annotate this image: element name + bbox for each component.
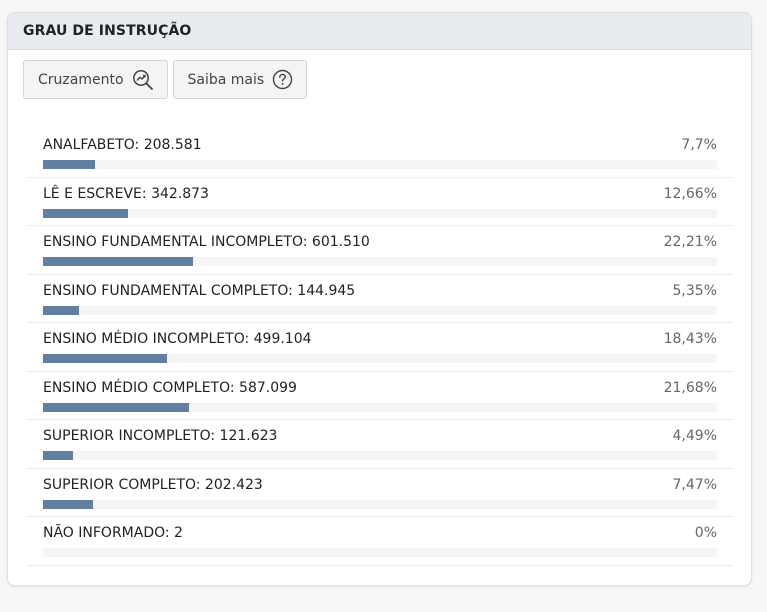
- list-item: ENSINO FUNDAMENTAL COMPLETO: 144.945 5,3…: [27, 275, 733, 323]
- progress-fill: [43, 160, 95, 169]
- help-circle-icon: [272, 69, 293, 90]
- progress-fill: [43, 208, 129, 218]
- chart-search-icon: [132, 69, 154, 91]
- saiba-mais-label: Saiba mais: [187, 71, 265, 88]
- cruzamento-label: Cruzamento: [38, 71, 124, 88]
- item-percent: 7,7%: [681, 137, 717, 153]
- progress-fill: [43, 402, 190, 412]
- progress-fill: [43, 305, 80, 315]
- item-label: ENSINO MÉDIO COMPLETO: 587.099: [43, 379, 297, 396]
- progress-track: [43, 499, 717, 509]
- item-percent: 21,68%: [663, 379, 717, 396]
- list-item: SUPERIOR COMPLETO: 202.423 7,47%: [27, 469, 733, 517]
- item-percent: 12,66%: [663, 185, 717, 202]
- education-level-card: GRAU DE INSTRUÇÃO Cruzamento Saiba mais: [7, 12, 752, 586]
- progress-track: [43, 354, 717, 363]
- item-percent: 22,21%: [663, 234, 717, 250]
- progress-track: [43, 208, 717, 218]
- progress-track: [43, 160, 717, 169]
- list-item: ENSINO MÉDIO INCOMPLETO: 499.104 18,43%: [27, 323, 733, 372]
- toolbar: Cruzamento Saiba mais: [23, 60, 308, 99]
- item-label: ENSINO FUNDAMENTAL COMPLETO: 144.945: [43, 282, 356, 299]
- saiba-mais-button[interactable]: Saiba mais: [172, 60, 308, 99]
- item-label: NÃO INFORMADO: 2: [43, 525, 183, 541]
- progress-fill: [43, 257, 193, 266]
- progress-track: [43, 548, 717, 557]
- item-label: ANALFABETO: 208.581: [43, 137, 202, 153]
- progress-track: [43, 257, 717, 266]
- list-item: SUPERIOR INCOMPLETO: 121.623 4,49%: [27, 420, 733, 469]
- card-title: GRAU DE INSTRUÇÃO: [23, 23, 192, 39]
- item-label: ENSINO MÉDIO INCOMPLETO: 499.104: [43, 331, 312, 347]
- progress-fill: [43, 354, 168, 363]
- list-item: NÃO INFORMADO: 2 0%: [27, 517, 733, 566]
- item-label: ENSINO FUNDAMENTAL INCOMPLETO: 601.510: [43, 234, 370, 250]
- item-percent: 7,47%: [672, 476, 717, 493]
- progress-fill: [43, 499, 94, 509]
- progress-fill: [43, 451, 74, 460]
- progress-track: [43, 305, 717, 315]
- list-item: ENSINO MÉDIO COMPLETO: 587.099 21,68%: [27, 372, 733, 420]
- item-label: LÊ E ESCREVE: 342.873: [43, 185, 209, 202]
- education-list: ANALFABETO: 208.581 7,7% LÊ E ESCREVE: 3…: [27, 129, 733, 566]
- item-percent: 0%: [694, 525, 717, 541]
- cruzamento-button[interactable]: Cruzamento: [23, 60, 168, 99]
- progress-track: [43, 451, 717, 460]
- list-item: LÊ E ESCREVE: 342.873 12,66%: [27, 178, 733, 226]
- progress-track: [43, 402, 717, 412]
- item-percent: 18,43%: [663, 331, 717, 347]
- item-label: SUPERIOR COMPLETO: 202.423: [43, 476, 263, 493]
- card-header: GRAU DE INSTRUÇÃO: [8, 13, 751, 50]
- item-percent: 4,49%: [672, 428, 717, 444]
- list-item: ANALFABETO: 208.581 7,7%: [27, 129, 733, 178]
- item-percent: 5,35%: [672, 282, 717, 299]
- list-item: ENSINO FUNDAMENTAL INCOMPLETO: 601.510 2…: [27, 226, 733, 275]
- item-label: SUPERIOR INCOMPLETO: 121.623: [43, 428, 278, 444]
